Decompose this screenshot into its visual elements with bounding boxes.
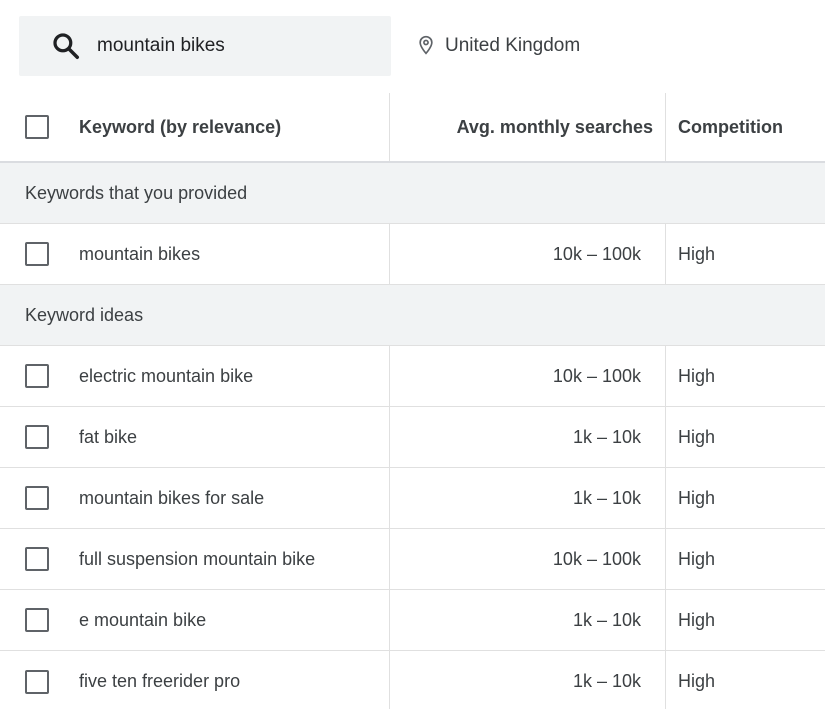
searches-value: 1k – 10k [572,427,641,447]
searches-value: 1k – 10k [572,610,641,630]
table-row: electric mountain bike 10k – 100k High [0,346,825,407]
keyword-cell: mountain bikes [79,244,201,264]
searches-value: 1k – 10k [572,488,641,508]
competition-value: High [678,610,716,630]
row-checkbox[interactable] [25,486,49,510]
searches-value: 10k – 100k [552,549,641,569]
competition-value: High [678,549,716,569]
keyword-cell: fat bike [79,427,138,447]
column-header-competition[interactable]: Competition [678,93,783,161]
row-checkbox[interactable] [25,425,49,449]
group-label: Keyword ideas [25,305,144,325]
keyword-cell: e mountain bike [79,610,207,630]
competition-cell: High [665,468,825,528]
competition-value: High [678,427,716,447]
searches-cell: 1k – 10k [389,651,665,709]
keyword-planner-page: mountain bikes United Kingdom Keyword (b… [0,0,825,709]
searches-cell: 10k – 100k [389,346,665,406]
search-query[interactable]: mountain bikes [97,16,225,76]
searches-cell: 1k – 10k [389,468,665,528]
select-all-checkbox[interactable] [25,115,49,139]
competition-cell: High [665,529,825,589]
column-header-keyword[interactable]: Keyword (by relevance) [79,93,281,161]
column-header-competition-cell: Competition [665,93,825,161]
table-row: mountain bikes 10k – 100k High [0,224,825,285]
competition-cell: High [665,407,825,467]
group-label: Keywords that you provided [25,183,248,203]
column-header-searches[interactable]: Avg. monthly searches [457,93,653,161]
searches-cell: 1k – 10k [389,590,665,650]
competition-cell: High [665,224,825,284]
competition-cell: High [665,651,825,709]
table-row: full suspension mountain bike 10k – 100k… [0,529,825,590]
competition-cell: High [665,346,825,406]
row-checkbox[interactable] [25,364,49,388]
keyword-table: Keyword (by relevance) Avg. monthly sear… [0,93,825,709]
keyword-cell: full suspension mountain bike [79,549,316,569]
competition-value: High [678,671,716,691]
competition-cell: High [665,590,825,650]
table-header: Keyword (by relevance) Avg. monthly sear… [0,93,825,163]
table-row: e mountain bike 1k – 10k High [0,590,825,651]
searches-cell: 10k – 100k [389,224,665,284]
keyword-cell: electric mountain bike [79,366,254,386]
search-icon[interactable] [51,31,81,61]
keyword-cell: five ten freerider pro [79,671,241,691]
searches-cell: 1k – 10k [389,407,665,467]
row-checkbox[interactable] [25,608,49,632]
competition-value: High [678,366,716,386]
group-header: Keywords that you provided [0,163,825,224]
keyword-cell: mountain bikes for sale [79,488,265,508]
competition-value: High [678,244,716,264]
row-checkbox[interactable] [25,242,49,266]
table-row: mountain bikes for sale 1k – 10k High [0,468,825,529]
column-header-searches-cell: Avg. monthly searches [389,93,665,161]
competition-value: High [678,488,716,508]
row-checkbox[interactable] [25,547,49,571]
searches-value: 10k – 100k [552,244,641,264]
location-selector[interactable]: United Kingdom [416,16,580,76]
table-row: fat bike 1k – 10k High [0,407,825,468]
search-box[interactable]: mountain bikes [19,16,391,76]
searches-value: 1k – 10k [572,671,641,691]
location-label: United Kingdom [445,35,581,56]
group-header: Keyword ideas [0,285,825,346]
table-row: five ten freerider pro 1k – 10k High [0,651,825,709]
row-checkbox[interactable] [25,669,49,694]
location-pin-icon [419,35,433,55]
searches-cell: 10k – 100k [389,529,665,589]
searches-value: 10k – 100k [552,366,641,386]
